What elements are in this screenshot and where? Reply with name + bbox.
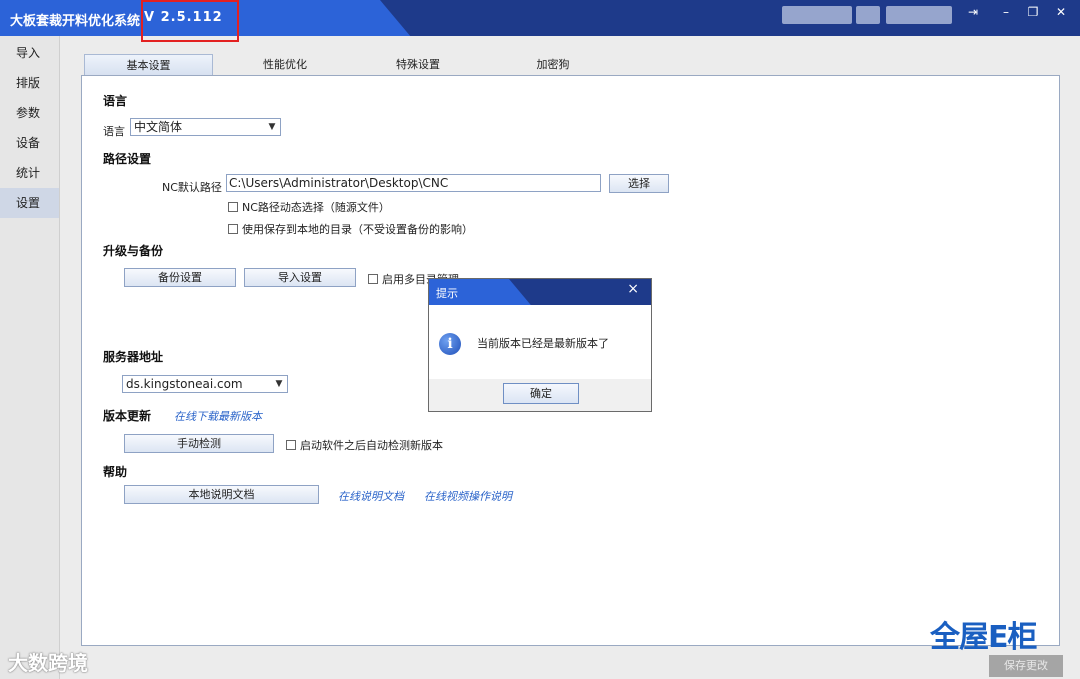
nc-dynamic-label: NC路径动态选择（随源文件） [242, 201, 390, 214]
sidebar-item-stats[interactable]: 统计 [0, 158, 59, 188]
version-highlight-box [141, 0, 239, 42]
language-section-title: 语言 [103, 94, 128, 108]
dialog-ok-button[interactable]: 确定 [503, 383, 579, 404]
server-select[interactable]: ds.kingstoneai.com ▼ [122, 375, 288, 393]
local-dir-label: 使用保存到本地的目录（不受设置备份的影响） [242, 223, 473, 236]
nc-path-label: NC默认路径 [162, 181, 222, 194]
select-path-button[interactable]: 选择 [609, 174, 669, 193]
sidebar-item-layout[interactable]: 排版 [0, 68, 59, 98]
dialog-title: 提示 [436, 287, 458, 300]
manual-check-button[interactable]: 手动检测 [124, 434, 274, 453]
blurred-user-info [782, 6, 852, 24]
online-doc-link[interactable]: 在线说明文档 [338, 488, 404, 504]
checkbox-box[interactable] [368, 274, 378, 284]
help-section-title: 帮助 [103, 465, 128, 479]
sidebar-item-device[interactable]: 设备 [0, 128, 59, 158]
online-video-link[interactable]: 在线视频操作说明 [424, 488, 512, 504]
import-settings-button[interactable]: 导入设置 [244, 268, 356, 287]
sidebar-item-params[interactable]: 参数 [0, 98, 59, 128]
chevron-down-icon: ▼ [275, 379, 283, 389]
checkbox-box[interactable] [228, 224, 238, 234]
checkbox-box[interactable] [228, 202, 238, 212]
local-doc-button[interactable]: 本地说明文档 [124, 485, 319, 504]
backup-settings-button[interactable]: 备份设置 [124, 268, 236, 287]
server-section-title: 服务器地址 [103, 350, 164, 364]
language-label: 语言 [103, 125, 125, 138]
sidebar: 导入 排版 参数 设备 统计 设置 [0, 36, 60, 679]
blurred-user-info-2 [856, 6, 880, 24]
sidebar-item-settings[interactable]: 设置 [0, 188, 59, 218]
close-icon[interactable]: ✕ [1048, 2, 1074, 22]
blurred-user-info-3 [886, 6, 952, 24]
tab-performance[interactable]: 性能优化 [240, 54, 330, 76]
save-changes-button[interactable]: 保存更改 [989, 655, 1063, 677]
backup-section-title: 升级与备份 [103, 244, 164, 258]
tab-special-settings[interactable]: 特殊设置 [373, 54, 463, 76]
path-section-title: 路径设置 [103, 152, 152, 166]
dialog-title-bar: 提示 × [429, 279, 651, 305]
auto-check-checkbox[interactable]: 启动软件之后自动检测新版本 [286, 437, 443, 453]
local-dir-checkbox[interactable]: 使用保存到本地的目录（不受设置备份的影响） [228, 221, 473, 237]
info-icon: i [439, 333, 461, 355]
language-select-value: 中文简体 [134, 120, 183, 134]
minimize-icon[interactable]: – [993, 2, 1019, 22]
tab-dongle[interactable]: 加密狗 [508, 54, 598, 76]
nc-path-input[interactable]: C:\Users\Administrator\Desktop\CNC [226, 174, 601, 192]
checkbox-box[interactable] [286, 440, 296, 450]
restore-icon[interactable]: ❐ [1020, 2, 1046, 22]
online-download-link[interactable]: 在线下载最新版本 [174, 408, 262, 424]
nc-dynamic-checkbox[interactable]: NC路径动态选择（随源文件） [228, 199, 390, 215]
dialog-message: 当前版本已经是最新版本了 [477, 337, 609, 350]
tab-basic-settings[interactable]: 基本设置 [84, 54, 213, 76]
language-select[interactable]: 中文简体 ▼ [130, 118, 281, 136]
message-dialog: 提示 × i 当前版本已经是最新版本了 确定 [428, 278, 652, 412]
dialog-close-icon[interactable]: × [627, 281, 639, 297]
brand-logo: 全屋E柜 [930, 620, 1037, 655]
watermark: 大数跨境 [8, 651, 88, 675]
chevron-down-icon: ▼ [268, 122, 276, 132]
update-section-title: 版本更新 [103, 409, 152, 423]
server-select-value: ds.kingstoneai.com [126, 377, 243, 391]
logout-icon[interactable]: ⇥ [960, 2, 986, 22]
sidebar-item-import[interactable]: 导入 [0, 38, 59, 68]
auto-check-label: 启动软件之后自动检测新版本 [300, 439, 443, 452]
app-title: 大板套裁开料优化系统 [10, 14, 141, 29]
